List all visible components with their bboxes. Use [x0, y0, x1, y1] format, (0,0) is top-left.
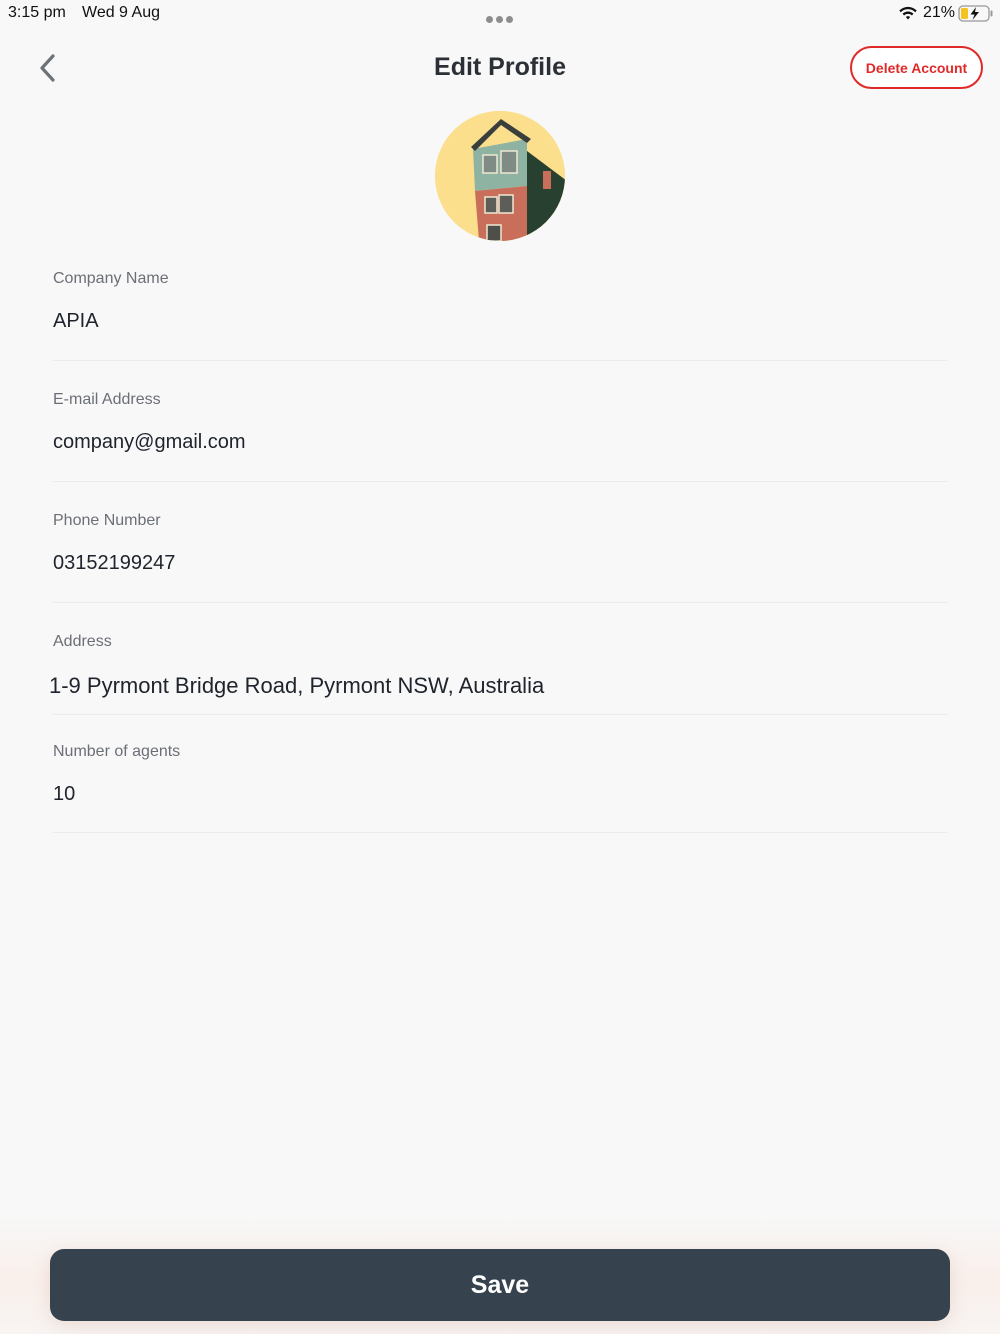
- company-name-input[interactable]: [53, 310, 948, 333]
- avatar[interactable]: [435, 111, 565, 241]
- company-name-label: Company Name: [53, 270, 169, 287]
- agents-label: Number of agents: [53, 743, 181, 760]
- address-label: Address: [53, 633, 112, 650]
- save-button[interactable]: Save: [50, 1249, 950, 1321]
- email-label: E-mail Address: [53, 391, 161, 408]
- status-bar: 3:15 pm Wed 9 Aug 21%: [0, 0, 1000, 28]
- battery-charging-icon: [958, 5, 993, 22]
- wifi-icon: [899, 6, 917, 20]
- status-date: Wed 9 Aug: [82, 4, 160, 21]
- multitasking-dots-icon[interactable]: [486, 10, 516, 23]
- agents-input[interactable]: [53, 783, 948, 806]
- delete-account-button[interactable]: Delete Account: [850, 46, 983, 89]
- email-field: E-mail Address: [53, 391, 948, 482]
- agents-field: Number of agents: [53, 743, 948, 833]
- address-field: Address: [49, 633, 948, 715]
- edit-profile-screen: 3:15 pm Wed 9 Aug 21% Edit Profile Delet…: [0, 0, 1000, 1334]
- company-name-field: Company Name: [53, 270, 948, 361]
- address-input[interactable]: [49, 673, 944, 699]
- phone-field: Phone Number: [53, 512, 948, 603]
- phone-label: Phone Number: [53, 512, 161, 529]
- email-input[interactable]: [53, 431, 948, 454]
- status-time: 3:15 pm: [8, 4, 66, 21]
- phone-input[interactable]: [53, 552, 948, 575]
- building-photo: [435, 111, 565, 241]
- battery-percentage: 21%: [923, 4, 956, 21]
